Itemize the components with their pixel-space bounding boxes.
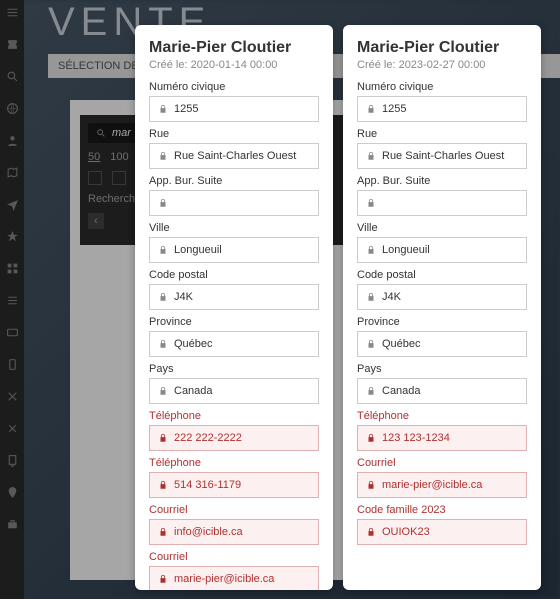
field-value[interactable]: Canada <box>149 378 319 404</box>
field-label: Code postal <box>149 269 319 281</box>
field-value[interactable]: Québec <box>357 331 527 357</box>
field-text: Rue Saint-Charles Ouest <box>382 150 504 162</box>
lock-icon <box>158 386 168 396</box>
field-text: Québec <box>382 338 421 350</box>
lock-icon <box>158 480 168 490</box>
field-label: Code famille 2023 <box>357 504 527 516</box>
contact-card: Marie-Pier Cloutier Créé le: 2020-01-14 0… <box>135 25 333 590</box>
field-text: info@icible.ca <box>174 526 243 538</box>
field-text: marie-pier@icible.ca <box>174 573 274 585</box>
lock-icon <box>366 480 376 490</box>
card-title: Marie-Pier Cloutier <box>149 39 319 57</box>
field-value[interactable]: 514 316-1179 <box>149 472 319 498</box>
field-value[interactable]: info@icible.ca <box>149 519 319 545</box>
lock-icon <box>158 151 168 161</box>
field-label: Numéro civique <box>357 81 527 93</box>
field-text: 1255 <box>174 103 198 115</box>
lock-icon <box>158 527 168 537</box>
field-label: Rue <box>149 128 319 140</box>
field-label: Pays <box>149 363 319 375</box>
field-value[interactable]: 222 222-2222 <box>149 425 319 451</box>
field-label: Pays <box>357 363 527 375</box>
card-created: Créé le: 2020-01-14 00:00 <box>149 59 319 71</box>
field-value[interactable]: 1255 <box>149 96 319 122</box>
field-text: Québec <box>174 338 213 350</box>
field-value[interactable]: OUIOK23 <box>357 519 527 545</box>
field-label: Ville <box>149 222 319 234</box>
field-text: Longueuil <box>174 244 222 256</box>
field-label: Code postal <box>357 269 527 281</box>
lock-icon <box>366 339 376 349</box>
field-text: 514 316-1179 <box>174 479 241 491</box>
field-text: J4K <box>382 291 401 303</box>
field-value[interactable]: Rue Saint-Charles Ouest <box>149 143 319 169</box>
field-value[interactable]: Rue Saint-Charles Ouest <box>357 143 527 169</box>
field-text: Longueuil <box>382 244 430 256</box>
field-value[interactable]: 1255 <box>357 96 527 122</box>
lock-icon <box>366 292 376 302</box>
field-value[interactable]: marie-pier@icible.ca <box>357 472 527 498</box>
field-label: Ville <box>357 222 527 234</box>
field-value[interactable]: Longueuil <box>357 237 527 263</box>
field-text: Canada <box>174 385 213 397</box>
field-label: App. Bur. Suite <box>149 175 319 187</box>
card-title: Marie-Pier Cloutier <box>357 39 527 57</box>
field-label: Numéro civique <box>149 81 319 93</box>
field-value[interactable]: Longueuil <box>149 237 319 263</box>
lock-icon <box>158 433 168 443</box>
field-label: Courriel <box>149 551 319 563</box>
field-label: App. Bur. Suite <box>357 175 527 187</box>
field-value[interactable]: Canada <box>357 378 527 404</box>
lock-icon <box>158 574 168 584</box>
field-label: Téléphone <box>149 410 319 422</box>
lock-icon <box>366 527 376 537</box>
contact-card: Marie-Pier Cloutier Créé le: 2023-02-27 0… <box>343 25 541 590</box>
lock-icon <box>366 433 376 443</box>
field-value[interactable]: J4K <box>357 284 527 310</box>
field-value[interactable] <box>357 190 527 216</box>
field-label: Province <box>149 316 319 328</box>
field-text: 1255 <box>382 103 406 115</box>
lock-icon <box>158 339 168 349</box>
lock-icon <box>158 104 168 114</box>
lock-icon <box>366 245 376 255</box>
field-value[interactable]: Québec <box>149 331 319 357</box>
field-label: Courriel <box>357 457 527 469</box>
lock-icon <box>366 104 376 114</box>
field-label: Téléphone <box>357 410 527 422</box>
lock-icon <box>366 151 376 161</box>
lock-icon <box>366 198 376 208</box>
lock-icon <box>158 198 168 208</box>
field-text: J4K <box>174 291 193 303</box>
field-text: Canada <box>382 385 421 397</box>
field-label: Rue <box>357 128 527 140</box>
compare-cards: Marie-Pier Cloutier Créé le: 2020-01-14 0… <box>135 25 541 590</box>
field-text: marie-pier@icible.ca <box>382 479 482 491</box>
field-value[interactable]: marie-pier@icible.ca <box>149 566 319 590</box>
field-value[interactable] <box>149 190 319 216</box>
lock-icon <box>366 386 376 396</box>
field-text: 222 222-2222 <box>174 432 242 444</box>
lock-icon <box>158 245 168 255</box>
card-created: Créé le: 2023-02-27 00:00 <box>357 59 527 71</box>
field-text: OUIOK23 <box>382 526 430 538</box>
field-text: 123 123-1234 <box>382 432 450 444</box>
lock-icon <box>158 292 168 302</box>
field-label: Courriel <box>149 504 319 516</box>
field-label: Téléphone <box>149 457 319 469</box>
field-label: Province <box>357 316 527 328</box>
field-value[interactable]: J4K <box>149 284 319 310</box>
field-value[interactable]: 123 123-1234 <box>357 425 527 451</box>
field-text: Rue Saint-Charles Ouest <box>174 150 296 162</box>
